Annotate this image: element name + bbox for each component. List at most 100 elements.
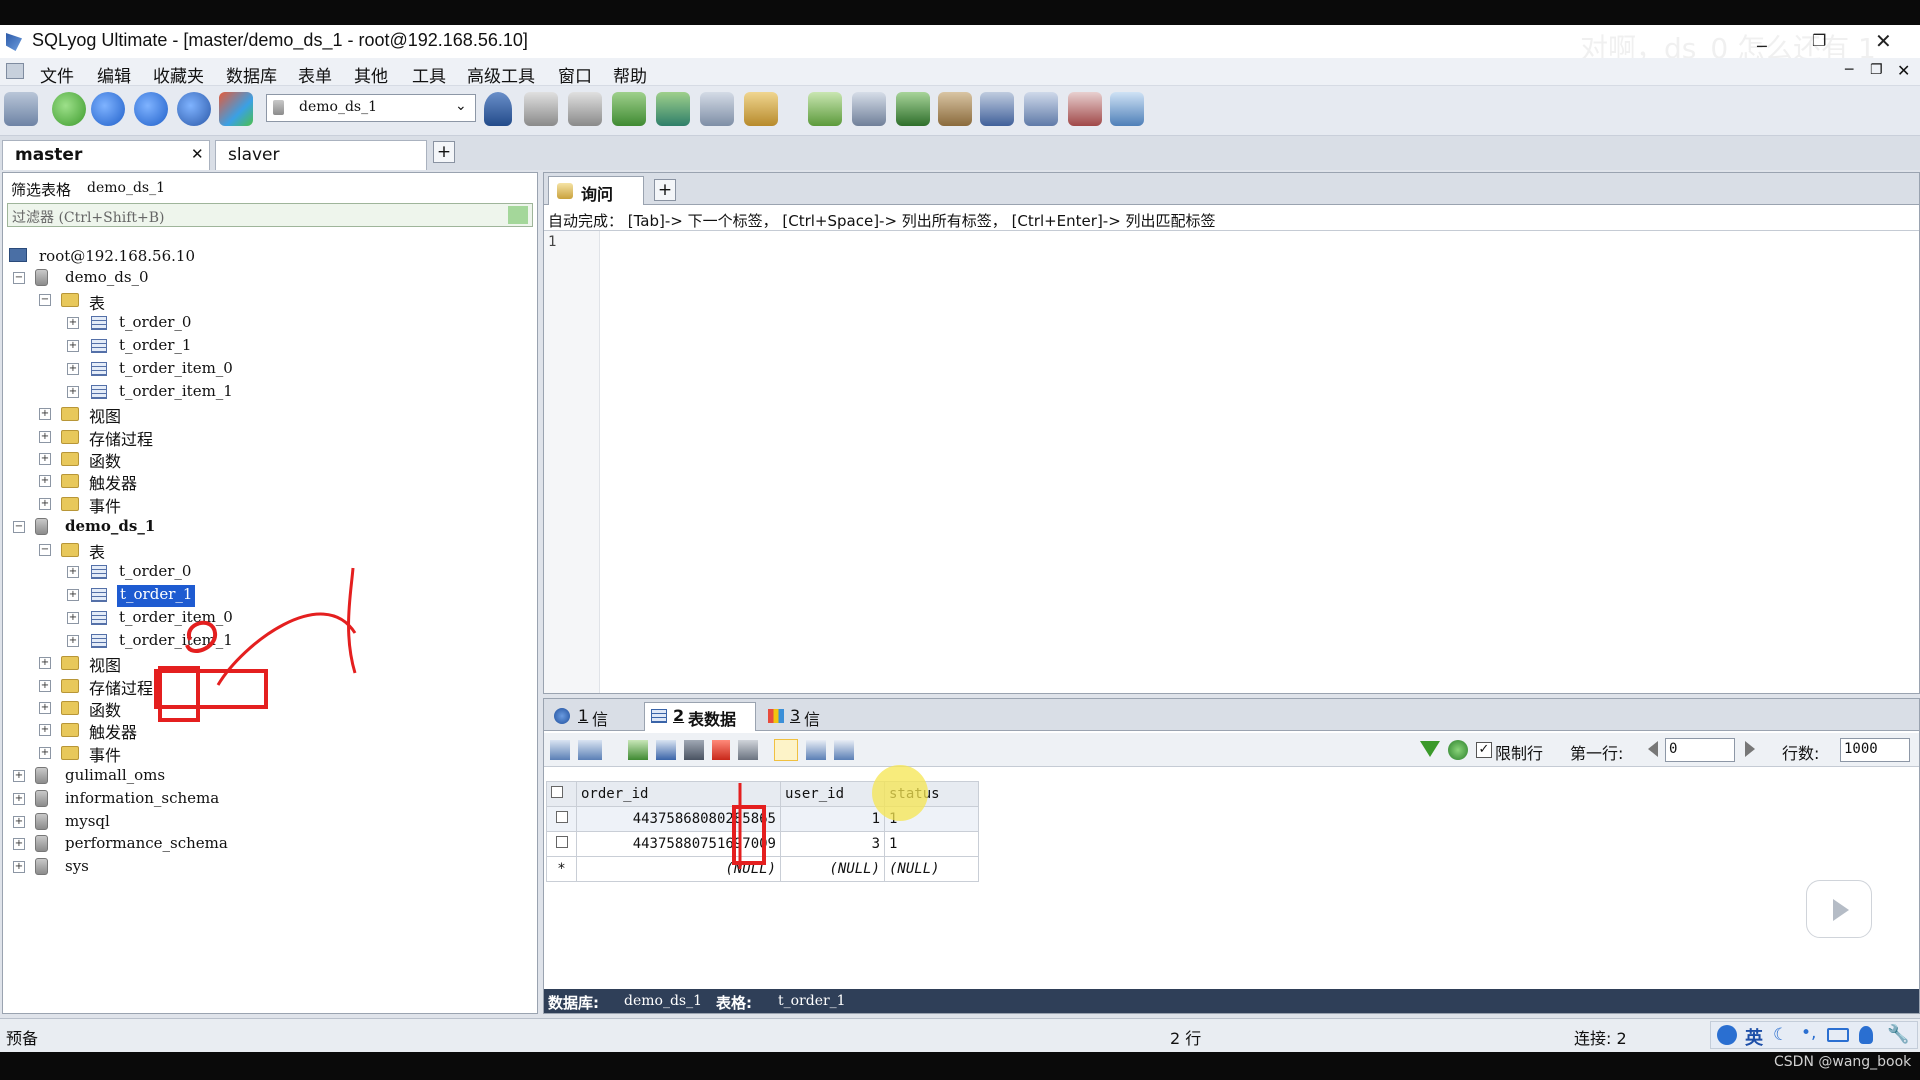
rows-count-input[interactable]: 1000	[1840, 738, 1910, 762]
new-query-icon[interactable]	[52, 92, 86, 126]
expand-icon[interactable]: +	[13, 816, 25, 828]
add-query-tab-icon[interactable]: +	[654, 179, 676, 201]
moon-icon[interactable]: ☾	[1773, 1025, 1788, 1045]
collapse-tables-icon[interactable]: −	[39, 294, 51, 306]
play-icon[interactable]	[1806, 880, 1872, 938]
scheduler-icon[interactable]	[980, 92, 1014, 126]
save-icon[interactable]	[684, 740, 704, 760]
migration-icon[interactable]	[938, 92, 972, 126]
tree-table[interactable]: t_order_item_0	[119, 359, 233, 381]
structure-icon[interactable]	[1110, 92, 1144, 126]
expand-icon[interactable]: +	[67, 589, 79, 601]
cancel-icon[interactable]	[738, 740, 758, 760]
expand-icon[interactable]: +	[39, 475, 51, 487]
tab-query[interactable]: 询问	[548, 176, 644, 205]
sync-icon[interactable]	[808, 92, 842, 126]
tree-node-procedures[interactable]: 存储过程	[89, 426, 153, 449]
expand-icon[interactable]: +	[67, 363, 79, 375]
expand-icon[interactable]: +	[39, 680, 51, 692]
form-mode-icon[interactable]	[806, 740, 826, 760]
grid-mode-icon[interactable]	[774, 739, 798, 761]
limit-rows-checkbox[interactable]: ✓	[1476, 742, 1492, 758]
add-tab-icon[interactable]: +	[433, 141, 455, 163]
menu-table[interactable]: 表单	[298, 62, 332, 87]
tab-slaver[interactable]: slaver	[215, 140, 427, 170]
menu-edit[interactable]: 编辑	[97, 62, 131, 87]
expand-icon[interactable]: +	[67, 612, 79, 624]
ime-language[interactable]: 英	[1745, 1024, 1763, 1050]
expand-icon[interactable]: +	[13, 838, 25, 850]
expand-icon[interactable]: +	[39, 498, 51, 510]
schema-designer-icon[interactable]	[700, 92, 734, 126]
expand-icon[interactable]: +	[39, 431, 51, 443]
tree-table[interactable]: t_order_0	[119, 313, 191, 335]
cell-user-id[interactable]: 1	[780, 806, 885, 832]
tab-info-3[interactable]: 3 信息	[764, 703, 820, 753]
mdi-restore-icon[interactable]: ❐	[1870, 62, 1883, 78]
tree-node-triggers[interactable]: 触发器	[89, 470, 137, 493]
insert-row-icon[interactable]	[628, 740, 648, 760]
expand-icon[interactable]: +	[67, 317, 79, 329]
restore-icon[interactable]	[568, 92, 602, 126]
sql-editor[interactable]	[601, 231, 1917, 693]
schema-sync-icon[interactable]	[896, 92, 930, 126]
tree-node-functions[interactable]: 函数	[89, 448, 121, 471]
cell-user-id-null[interactable]: (NULL)	[780, 856, 885, 882]
monitor-icon[interactable]	[1024, 92, 1058, 126]
filter-input[interactable]: 过滤器 (Ctrl+Shift+B)	[7, 203, 533, 227]
row-checkbox-cell[interactable]	[546, 831, 577, 857]
expand-icon[interactable]: +	[67, 340, 79, 352]
collapse-demo-ds-1-icon[interactable]: −	[13, 521, 25, 533]
expand-icon[interactable]: +	[13, 770, 25, 782]
tab-info-1[interactable]: 1 信息	[550, 703, 608, 753]
data-sync-icon[interactable]	[852, 92, 886, 126]
menu-favorites[interactable]: 收藏夹	[153, 62, 204, 87]
expand-icon[interactable]: +	[13, 861, 25, 873]
select-all-checkbox[interactable]	[551, 786, 563, 798]
close-tab-icon[interactable]: ✕	[191, 145, 204, 163]
query-builder-icon[interactable]	[744, 92, 778, 126]
report-icon[interactable]	[1068, 92, 1102, 126]
menu-database[interactable]: 数据库	[226, 62, 277, 87]
tree-db[interactable]: performance_schema	[65, 834, 228, 856]
expand-icon[interactable]: +	[67, 386, 79, 398]
mdi-minimize-icon[interactable]: ─	[1845, 62, 1853, 78]
menu-others[interactable]: 其他	[354, 62, 388, 87]
select-all-checkbox-cell[interactable]	[546, 781, 577, 807]
wrench-icon[interactable]: 🔧	[1887, 1024, 1909, 1045]
restore-window-icon[interactable]: ❐	[1812, 31, 1826, 50]
prev-page-icon[interactable]	[1648, 741, 1658, 757]
grid-view-icon[interactable]	[550, 740, 570, 760]
punctuation-icon[interactable]: •,	[1801, 1023, 1816, 1043]
mdi-close-icon[interactable]: ✕	[1897, 61, 1910, 80]
tree-db[interactable]: sys	[65, 857, 89, 879]
cell-status[interactable]: 1	[884, 831, 979, 857]
tree-table[interactable]: t_order_item_1	[119, 382, 233, 404]
close-window-icon[interactable]: ✕	[1875, 29, 1892, 53]
tree-table[interactable]: t_order_1	[119, 336, 191, 358]
refresh-icon[interactable]	[177, 92, 211, 126]
expand-icon[interactable]: +	[39, 657, 51, 669]
filter-icon[interactable]	[1420, 741, 1440, 757]
database-selector[interactable]: demo_ds_1 ⌄	[266, 94, 476, 122]
menu-advanced-tools[interactable]: 高级工具	[467, 62, 535, 87]
expand-icon[interactable]: +	[39, 408, 51, 420]
tree-node-views[interactable]: 视图	[89, 403, 121, 426]
expand-icon[interactable]: +	[39, 724, 51, 736]
keyboard-icon[interactable]	[1827, 1028, 1849, 1042]
import-icon[interactable]	[612, 92, 646, 126]
expand-icon[interactable]: +	[67, 566, 79, 578]
export-icon[interactable]	[656, 92, 690, 126]
collapse-demo-ds-0-icon[interactable]: −	[13, 272, 25, 284]
row-checkbox[interactable]	[555, 811, 568, 823]
user-icon[interactable]	[1859, 1026, 1873, 1044]
text-mode-icon[interactable]	[834, 740, 854, 760]
menu-help[interactable]: 帮助	[613, 62, 647, 87]
backup-icon[interactable]	[524, 92, 558, 126]
execute-all-icon[interactable]	[134, 92, 168, 126]
delete-icon[interactable]	[712, 740, 730, 760]
duplicate-row-icon[interactable]	[656, 740, 676, 760]
ime-logo-icon[interactable]	[1717, 1025, 1737, 1045]
tree-db[interactable]: mysql	[65, 812, 110, 834]
tab-master[interactable]: master ✕	[2, 140, 210, 170]
